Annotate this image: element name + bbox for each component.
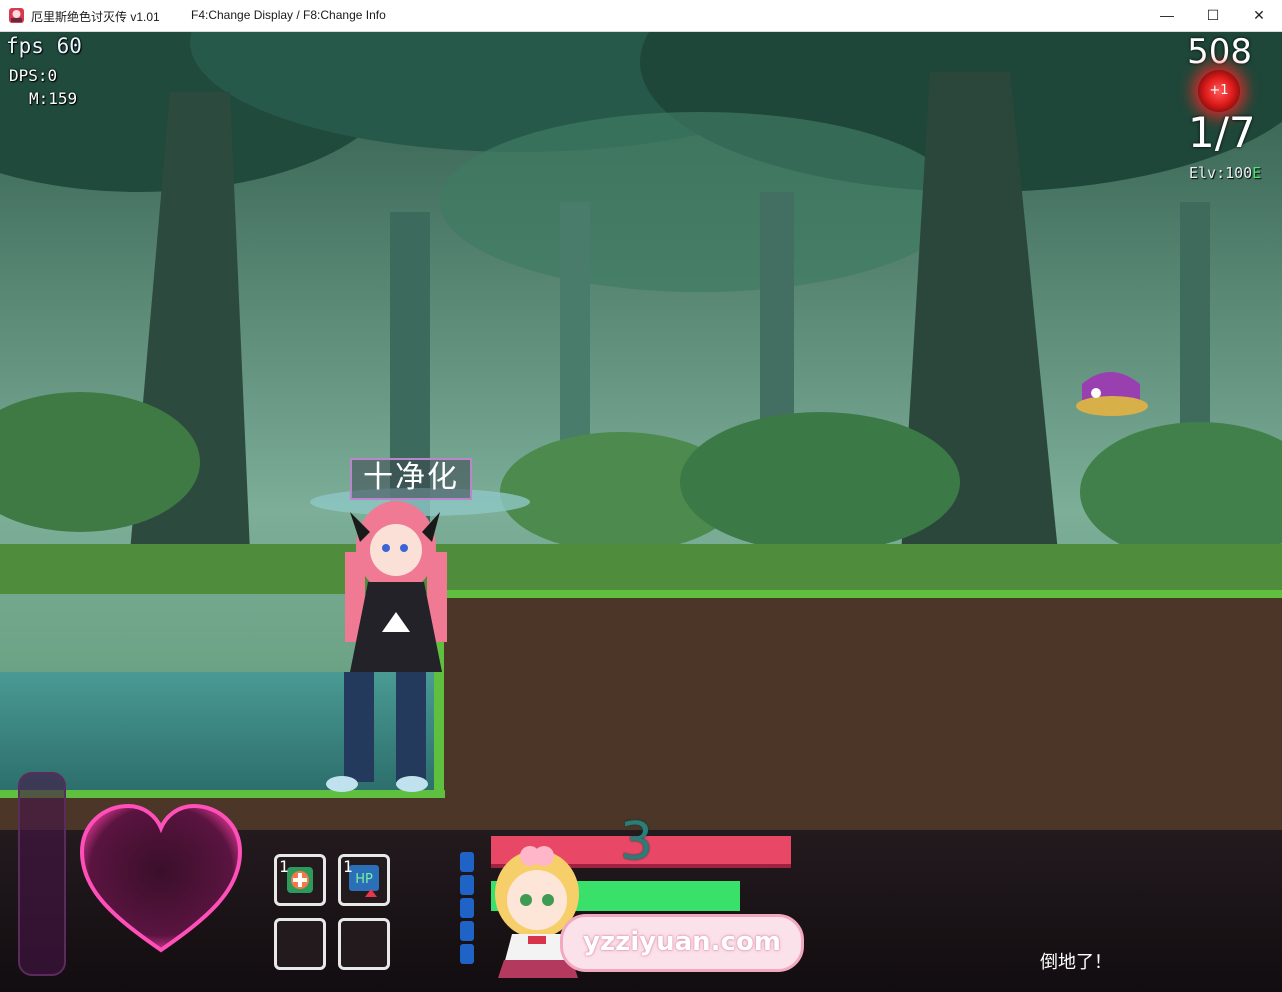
watermark-badge: yzziyuan.com — [560, 914, 804, 972]
wave-counter: 1/7 — [1188, 108, 1256, 157]
stamina-gauge — [18, 772, 66, 976]
window-title: 厄里斯绝色讨灭传 v1.01 — [31, 10, 160, 24]
game-scene[interactable]: fps 60 DPS:0 M:159 508 +1 1/7 Elv:100E 十… — [0, 32, 1282, 992]
minimize-icon: — — [1160, 7, 1174, 23]
close-icon: ✕ — [1253, 7, 1265, 23]
window-hint: F4:Change Display / F8:Change Info — [191, 8, 386, 22]
heart-gauge-icon — [79, 803, 243, 953]
elv-value: Elv:100 — [1189, 164, 1253, 182]
status-message: 倒地了！ — [1040, 952, 1112, 973]
app-icon — [9, 8, 24, 23]
item-slot-4[interactable] — [338, 918, 390, 970]
skill-purify-label: 十净化 — [350, 458, 472, 500]
fps-counter: fps 60 — [6, 34, 82, 58]
mana-gauge — [460, 852, 474, 972]
window-titlebar: 厄里斯绝色讨灭传 v1.01 F4:Change Display / F8:Ch… — [0, 0, 1282, 32]
score-counter: 508 — [1187, 32, 1252, 72]
mana-segment — [460, 875, 474, 895]
maximize-button[interactable]: ☐ — [1190, 0, 1236, 31]
elv-suffix: E — [1252, 164, 1262, 182]
item-slot-qty: 1 — [343, 857, 353, 876]
maximize-icon: ☐ — [1206, 7, 1220, 23]
minimize-button[interactable]: — — [1144, 0, 1190, 31]
m-readout: M:159 — [29, 89, 78, 108]
dps-readout: DPS:0 — [9, 66, 58, 85]
item-slot-1[interactable]: 1 — [274, 854, 326, 906]
item-slot-qty: 1 — [279, 857, 289, 876]
svg-text:HP: HP — [355, 872, 373, 887]
plus-one-badge: +1 — [1198, 70, 1240, 112]
mana-segment — [460, 852, 474, 872]
mana-segment — [460, 944, 474, 964]
item-slot-3[interactable] — [274, 918, 326, 970]
elevation-readout: Elv:100E — [1189, 164, 1261, 182]
item-slot-2[interactable]: 1 HP — [338, 854, 390, 906]
close-button[interactable]: ✕ — [1236, 0, 1282, 31]
combo-counter: 3 — [620, 812, 654, 872]
mana-segment — [460, 921, 474, 941]
mana-segment — [460, 898, 474, 918]
